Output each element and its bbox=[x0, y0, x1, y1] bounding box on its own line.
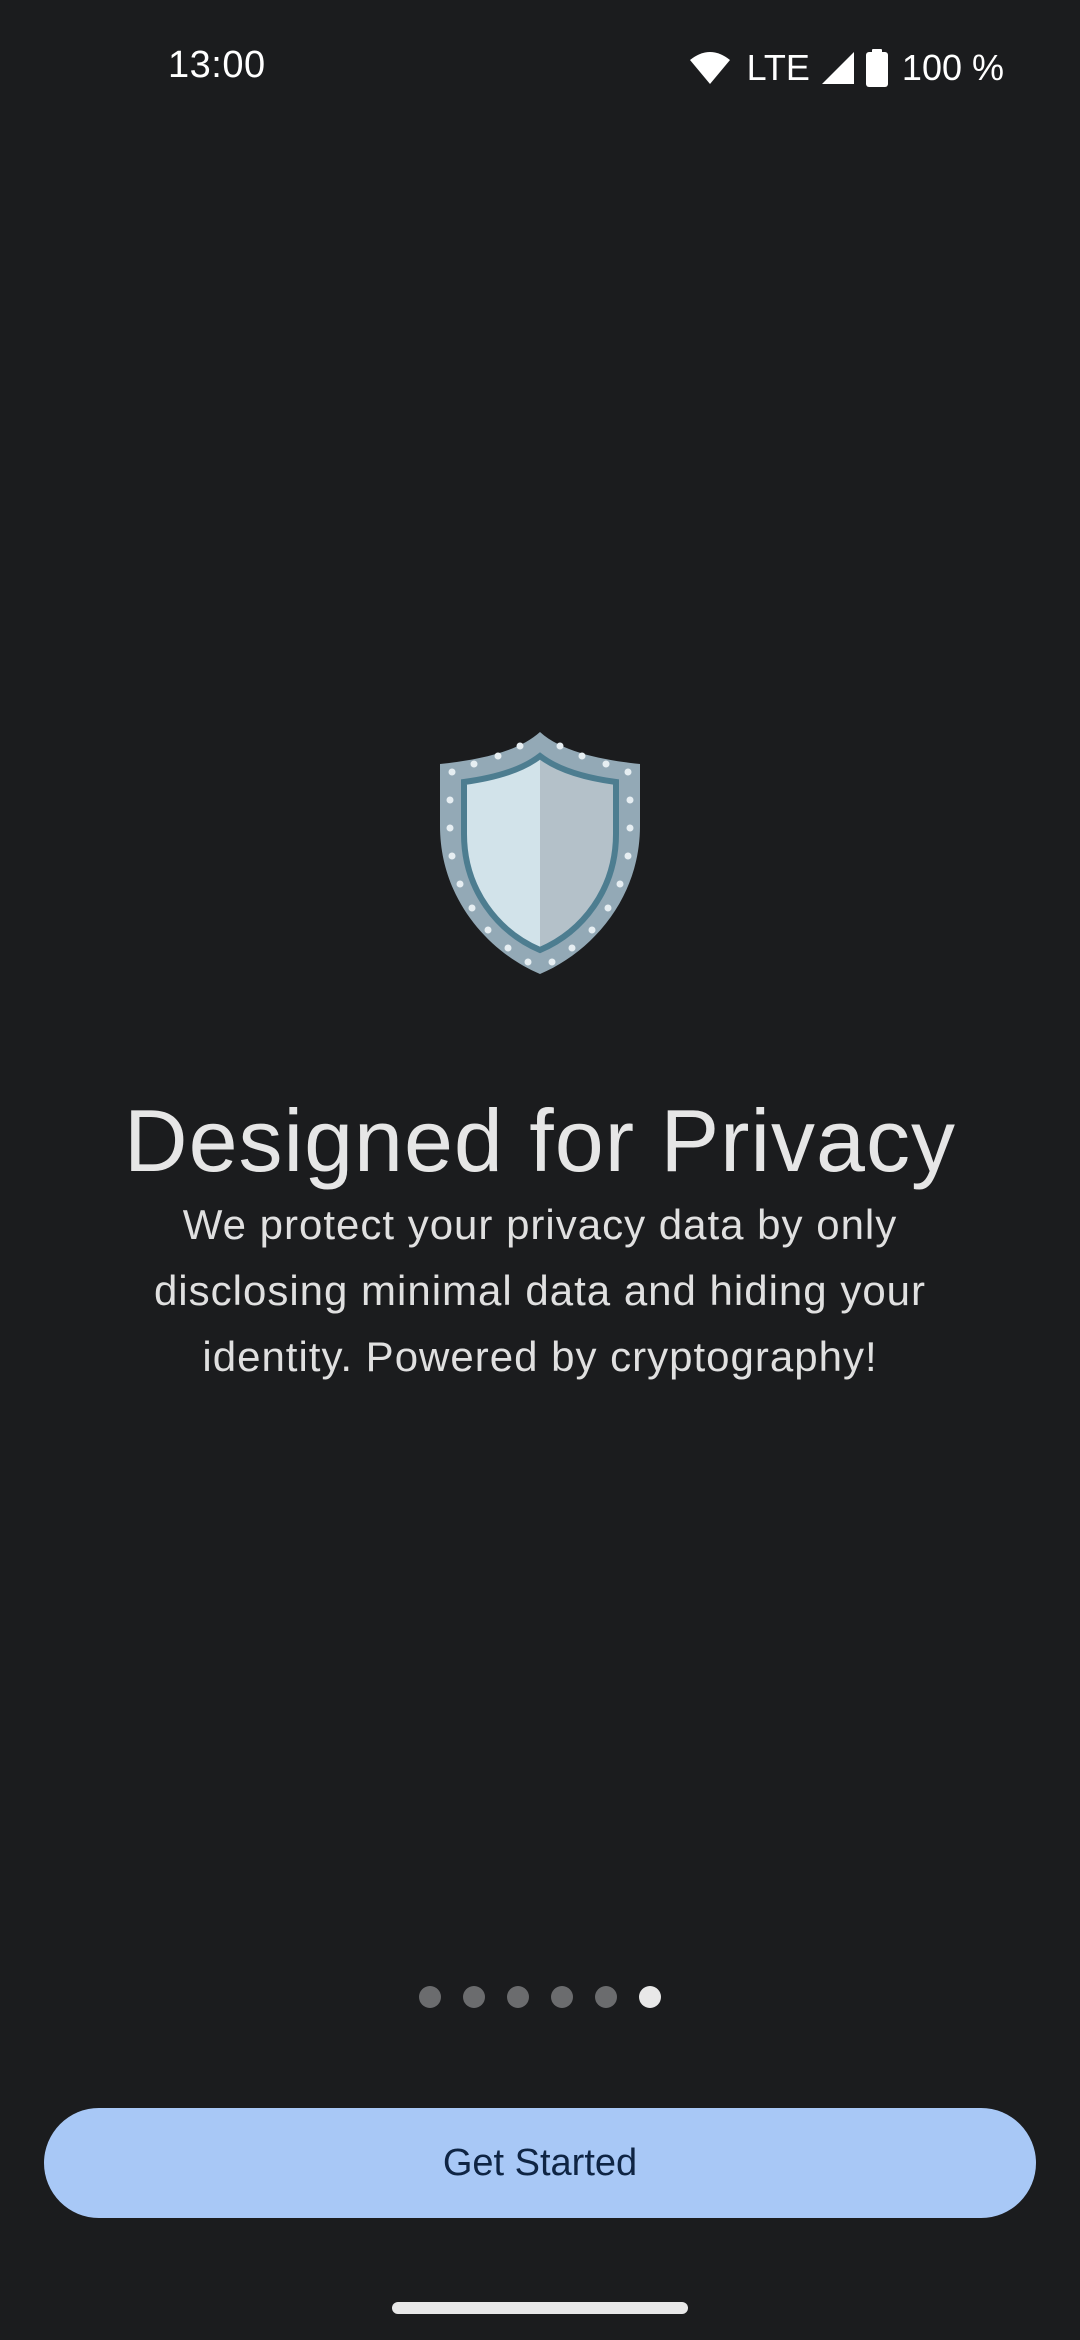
page-dot[interactable] bbox=[551, 1986, 573, 2008]
battery-icon bbox=[865, 49, 888, 87]
page-dot[interactable] bbox=[507, 1986, 529, 2008]
page-title: Designed for Privacy bbox=[124, 1091, 956, 1190]
status-icons: LTE 100 % bbox=[689, 44, 1004, 92]
wifi-icon bbox=[689, 50, 731, 86]
home-indicator[interactable] bbox=[392, 2302, 688, 2314]
page-dot[interactable] bbox=[463, 1986, 485, 2008]
page-dot[interactable] bbox=[419, 1986, 441, 2008]
get-started-button[interactable]: Get Started bbox=[44, 2108, 1036, 2218]
page-description: We protect your privacy data by only dis… bbox=[153, 1201, 927, 1380]
network-type: LTE bbox=[746, 47, 810, 88]
shield-icon bbox=[438, 730, 642, 976]
page-dot-active[interactable] bbox=[639, 1986, 661, 2008]
status-bar: 13:00 LTE 100 % bbox=[0, 0, 1080, 140]
onboarding-screen: 13:00 LTE 100 % Designed for Privacy We … bbox=[0, 0, 1080, 2340]
signal-icon bbox=[820, 50, 856, 86]
status-time: 13:00 bbox=[168, 44, 266, 86]
battery-percent: 100 % bbox=[901, 47, 1004, 88]
page-indicator bbox=[0, 1986, 1080, 2008]
page-dot[interactable] bbox=[595, 1986, 617, 2008]
